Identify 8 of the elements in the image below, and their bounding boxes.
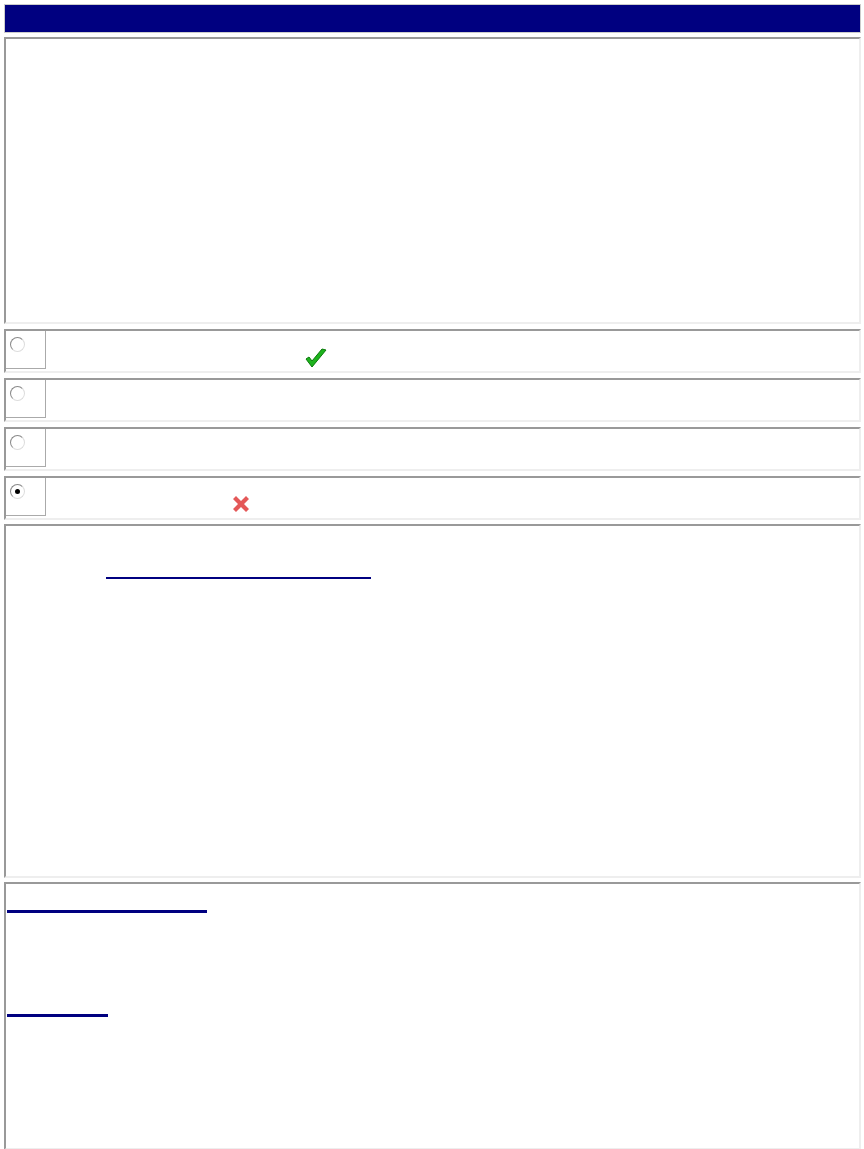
answer-option-row[interactable] <box>4 329 861 373</box>
answer-option-row[interactable] <box>4 378 861 422</box>
answer-option-row[interactable] <box>4 427 861 471</box>
radio-button[interactable] <box>10 484 25 499</box>
radio-button[interactable] <box>10 386 25 401</box>
checkmark-icon <box>304 347 328 369</box>
radio-button[interactable] <box>10 435 25 450</box>
radio-button[interactable] <box>10 337 25 352</box>
